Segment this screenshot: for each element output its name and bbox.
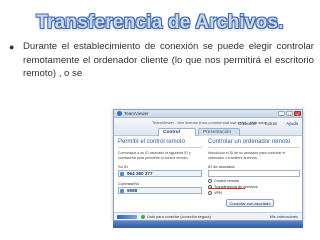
menu-conexion[interactable]: Conexión — [238, 121, 256, 126]
menu-ayuda[interactable]: Ayuda — [286, 121, 298, 126]
radio-vpn[interactable]: VPN — [208, 191, 300, 196]
menu-extras[interactable]: Extras — [265, 121, 277, 126]
radio-icon — [208, 191, 212, 196]
teamviewer-logo-icon — [117, 111, 122, 116]
status-bar: Listo para conectar (conexión segura) Mi… — [114, 212, 302, 220]
your-id-label: Su ID — [118, 164, 129, 170]
bullet-dot-icon: ● — [9, 42, 15, 52]
connect-partner-button[interactable]: Conectar con asociado — [226, 199, 274, 207]
app-header: TeamViewer - free license (non-commercia… — [114, 118, 302, 143]
my-computers-link[interactable]: Mis ordenadores — [270, 215, 298, 219]
window-titlebar: TeamViewer – □ × — [114, 110, 302, 118]
bullet-text: Durante el establecimiento de conexión s… — [23, 41, 314, 79]
window-title: TeamViewer — [124, 110, 149, 116]
teamviewer-brand-icon — [117, 215, 137, 219]
tab-presentacion[interactable]: Presentación — [198, 128, 240, 136]
file-transfer-underline — [208, 188, 245, 189]
control-remote-title: Controlar un ordenador remoto — [208, 139, 291, 145]
partner-id-input[interactable] — [208, 170, 300, 178]
allow-remote-title: Permitir el control remoto — [118, 139, 186, 145]
password-text: 9988 — [127, 188, 138, 194]
divider — [208, 147, 300, 148]
radio-remote-control-label: Control remoto — [214, 179, 240, 184]
status-ready-icon — [141, 215, 145, 219]
control-remote-description: Introduzca el ID de su asociado para con… — [208, 151, 286, 160]
minimize-icon[interactable]: – — [278, 111, 285, 117]
allow-remote-description: Comunique a su ID asociado la siguiente … — [118, 151, 191, 160]
main-panel: Permitir el control remoto Comunique a s… — [114, 136, 302, 214]
radio-vpn-label: VPN — [214, 191, 222, 196]
bullet-point: ● Durante el establecimiento de conexión… — [8, 40, 314, 81]
your-id-text: 964 380 377 — [127, 171, 153, 177]
id-icon — [120, 172, 124, 177]
radio-icon — [208, 179, 212, 184]
radio-remote-control[interactable]: Control remoto — [208, 179, 300, 184]
slide-title: Transferencia de Archivos. — [36, 12, 284, 33]
status-text: Listo para conectar (conexión segura) — [147, 214, 211, 219]
password-value: 9988 — [118, 187, 202, 195]
maximize-icon[interactable]: □ — [286, 111, 293, 117]
close-icon[interactable]: × — [294, 111, 301, 117]
key-icon — [120, 189, 124, 194]
allow-remote-panel: Permitir el control remoto Comunique a s… — [118, 139, 202, 211]
teamviewer-window: TeamViewer – □ × TeamViewer - free licen… — [113, 109, 303, 221]
your-id-value: 964 380 377 — [118, 170, 202, 178]
windows-taskbar — [113, 221, 303, 228]
partner-id-label: ID de asociado — [208, 164, 235, 170]
divider — [118, 147, 202, 148]
tab-control-remoto[interactable]: Control remoto — [158, 128, 196, 143]
control-remote-panel: Controlar un ordenador remoto Introduzca… — [208, 139, 300, 211]
password-label: Contraseña — [118, 181, 139, 187]
